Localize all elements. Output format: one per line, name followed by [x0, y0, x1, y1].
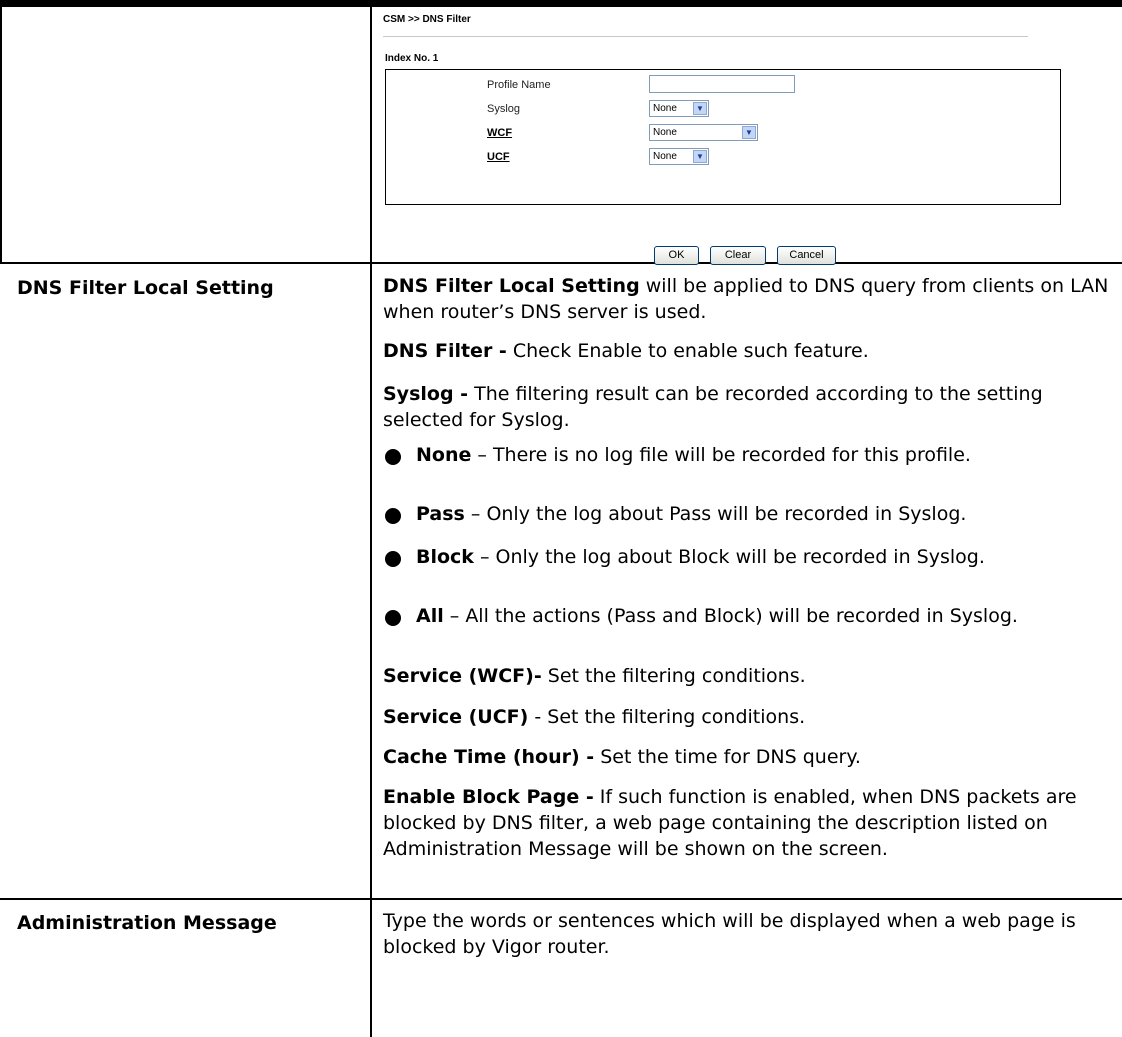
- cancel-button[interactable]: Cancel: [777, 246, 836, 265]
- clear-button[interactable]: Clear: [710, 246, 766, 265]
- ucf-row: UCF None ▼: [386, 146, 1060, 170]
- syslog-row: Syslog None ▼: [386, 98, 1060, 122]
- bullet-icon: [385, 610, 401, 626]
- local-setting-intro: DNS Filter Local Setting will be applied…: [383, 275, 1109, 323]
- row-divider: [0, 262, 1122, 264]
- wcf-link[interactable]: WCF: [487, 127, 512, 139]
- chevron-down-icon: ▼: [742, 126, 756, 139]
- chevron-down-icon: ▼: [693, 150, 707, 163]
- ucf-select[interactable]: None ▼: [649, 148, 709, 165]
- syslog-option-all: All – All the actions (Pass and Block) w…: [416, 605, 1018, 627]
- profile-name-label: Profile Name: [487, 79, 551, 91]
- bullet-icon: [385, 551, 401, 567]
- column-divider: [370, 0, 372, 1037]
- profile-name-input[interactable]: [649, 75, 795, 93]
- dns-filter-desc: DNS Filter - Check Enable to enable such…: [383, 340, 869, 362]
- syslog-option-pass: Pass – Only the log about Pass will be r…: [416, 503, 967, 525]
- syslog-option-none: None – There is no log file will be reco…: [416, 444, 971, 466]
- wcf-select[interactable]: None ▼: [649, 124, 758, 141]
- admin-message-label: Administration Message: [17, 912, 277, 934]
- breadcrumb: CSM >> DNS Filter: [383, 14, 471, 25]
- bullet-icon: [385, 508, 401, 524]
- service-wcf-desc: Service (WCF)- Set the filtering conditi…: [383, 665, 806, 687]
- top-rule: [0, 0, 1122, 7]
- ok-button[interactable]: OK: [654, 246, 699, 265]
- table-left-border: [0, 0, 2, 262]
- service-ucf-desc: Service (UCF) - Set the filtering condit…: [383, 706, 806, 728]
- index-title: Index No. 1: [385, 53, 439, 64]
- block-page-desc: Enable Block Page - If such function is …: [383, 786, 1077, 860]
- row-divider: [0, 898, 1122, 900]
- dns-filter-screenshot: CSM >> DNS Filter Index No. 1 Profile Na…: [383, 14, 1063, 265]
- ucf-link[interactable]: UCF: [487, 151, 510, 163]
- local-setting-label: DNS Filter Local Setting: [17, 277, 274, 299]
- profile-name-row: Profile Name: [386, 74, 1060, 98]
- syslog-option-block: Block – Only the log about Block will be…: [416, 546, 985, 568]
- bullet-icon: [385, 449, 401, 465]
- wcf-row: WCF None ▼: [386, 122, 1060, 146]
- syslog-select[interactable]: None ▼: [649, 100, 709, 117]
- admin-message-desc: Type the words or sentences which will b…: [383, 910, 1076, 958]
- chevron-down-icon: ▼: [693, 102, 707, 115]
- profile-form: Profile Name Syslog None ▼ WCF None ▼ UC…: [385, 69, 1061, 205]
- syslog-desc: Syslog - The filtering result can be rec…: [383, 383, 1043, 431]
- syslog-label: Syslog: [487, 103, 521, 115]
- breadcrumb-divider: [383, 36, 1028, 37]
- cache-time-desc: Cache Time (hour) - Set the time for DNS…: [383, 746, 861, 768]
